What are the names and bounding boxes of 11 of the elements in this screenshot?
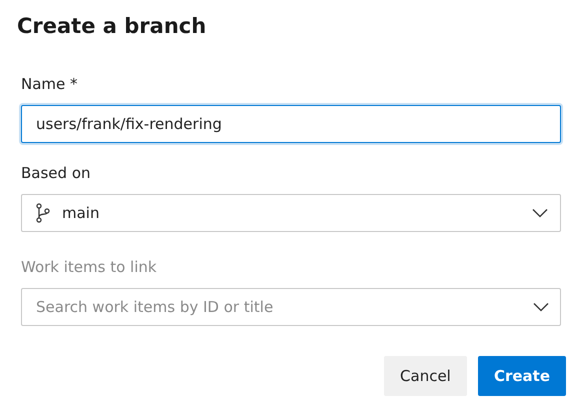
dialog-title: Create a branch [17, 14, 208, 40]
name-field[interactable]: users/frank/fix-rendering [21, 105, 561, 143]
cancel-button[interactable]: Cancel [384, 356, 467, 396]
chevron-down-icon [532, 208, 548, 218]
create-button[interactable]: Create [478, 356, 566, 396]
field-label: Name * [21, 75, 78, 95]
field-label: Based on [21, 164, 90, 184]
branch-icon [36, 203, 50, 223]
chevron-down-icon [533, 302, 549, 312]
branch-dropdown[interactable]: main [21, 194, 561, 232]
field-label: Work items to link [21, 258, 157, 278]
